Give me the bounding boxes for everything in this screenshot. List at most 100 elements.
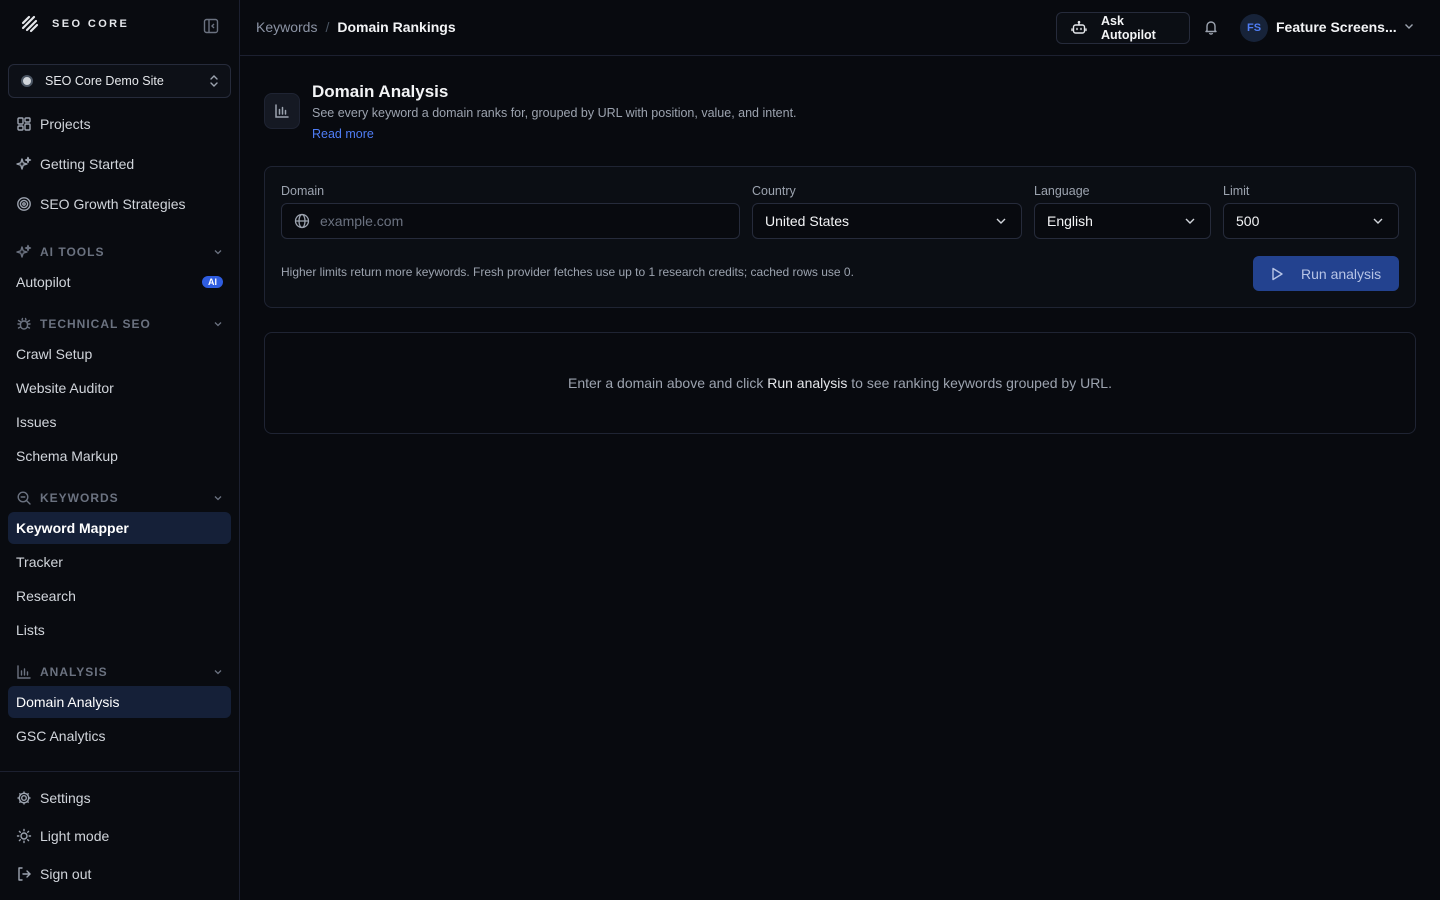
empty-state-suffix: to see ranking keywords grouped by URL. (847, 375, 1112, 391)
language-value: English (1047, 213, 1093, 229)
sidebar-item-projects[interactable]: Projects (8, 108, 231, 140)
sidebar-item-label: GSC Analytics (16, 728, 106, 744)
country-value: United States (765, 213, 850, 229)
sidebar-item-label: Issues (16, 414, 57, 430)
avatar[interactable]: FS (1240, 14, 1268, 42)
domain-field[interactable] (281, 203, 740, 239)
chevron-up-down-icon (208, 74, 220, 88)
site-name: SEO Core Demo Site (45, 74, 164, 88)
domain-label: Domain (281, 184, 325, 198)
ask-autopilot-label: Ask Autopilot (1101, 14, 1156, 42)
breadcrumb: Keywords / Domain Rankings (256, 19, 456, 35)
globe-icon (294, 213, 310, 229)
section-title: KEYWORDS (40, 491, 119, 505)
page-title: Domain Analysis (312, 82, 449, 101)
form-hint: Higher limits return more keywords. Fres… (281, 265, 854, 279)
sign-out-icon (16, 866, 32, 882)
sidebar-item-label: Schema Markup (16, 448, 118, 464)
sidebar-item-label: Lists (16, 622, 45, 638)
sidebar-item-gsc-analytics[interactable]: GSC Analytics (8, 720, 231, 752)
brand-name: SEO CORE (52, 18, 130, 30)
section-title: TECHNICAL SEO (40, 317, 151, 331)
sidebar-item-label: Settings (40, 790, 91, 806)
chevron-down-icon[interactable] (1403, 20, 1419, 36)
sidebar-item-keyword-mapper[interactable]: Keyword Mapper (8, 512, 231, 544)
empty-state-prefix: Enter a domain above and click (568, 375, 768, 391)
breadcrumb-separator: / (325, 19, 330, 35)
sidebar-item-light-mode[interactable]: Light mode (8, 820, 231, 852)
breadcrumb-parent[interactable]: Keywords (256, 19, 317, 35)
bar-chart-icon (16, 664, 32, 680)
sidebar-item-research[interactable]: Research (8, 580, 231, 612)
logo-icon (20, 14, 40, 34)
site-selector[interactable]: SEO Core Demo Site (8, 64, 231, 98)
country-select[interactable]: United States (752, 203, 1022, 239)
sidebar-item-label: Projects (40, 116, 91, 132)
read-more-link[interactable]: Read more (312, 127, 374, 141)
sidebar-item-getting-started[interactable]: Getting Started (8, 148, 231, 180)
sidebar-item-autopilot[interactable]: Autopilot AI (8, 266, 231, 298)
sidebar-item-label: Website Auditor (16, 380, 114, 396)
section-analysis[interactable]: ANALYSIS (8, 660, 231, 684)
site-icon (21, 75, 33, 87)
section-technical-seo[interactable]: TECHNICAL SEO (8, 312, 231, 336)
bug-icon (16, 316, 32, 332)
sun-icon (16, 828, 32, 844)
chevron-down-icon (213, 319, 223, 329)
sidebar-item-settings[interactable]: Settings (8, 782, 231, 814)
sidebar-item-label: Getting Started (40, 156, 135, 172)
chevron-down-icon (993, 213, 1009, 229)
run-analysis-button[interactable]: Run analysis (1253, 256, 1399, 291)
sidebar-divider (0, 771, 240, 772)
chevron-down-icon (213, 493, 223, 503)
grid-icon (16, 116, 32, 132)
bell-icon[interactable] (1203, 19, 1221, 37)
ai-sparkles-icon (16, 244, 32, 260)
chevron-down-icon (1182, 213, 1198, 229)
sidebar-collapse-icon[interactable] (203, 18, 223, 38)
brand[interactable]: SEO CORE (20, 14, 129, 34)
run-analysis-label: Run analysis (1301, 265, 1382, 282)
section-title: AI TOOLS (40, 245, 105, 259)
sidebar-item-lists[interactable]: Lists (8, 614, 231, 646)
chevron-down-icon (1370, 213, 1386, 229)
ask-autopilot-button[interactable]: Ask Autopilot (1056, 12, 1190, 44)
sidebar-item-schema-markup[interactable]: Schema Markup (8, 440, 231, 472)
sidebar-item-label: SEO Growth Strategies (40, 196, 186, 212)
robot-icon (1071, 20, 1087, 36)
sidebar-item-label: Tracker (16, 554, 63, 570)
country-label: Country (752, 184, 796, 198)
empty-state: Enter a domain above and click Run analy… (264, 332, 1416, 434)
user-name[interactable]: Feature Screens... (1276, 19, 1397, 35)
sidebar: SEO CORE SEO Core Demo Site Projects Get… (0, 0, 240, 900)
sidebar-item-issues[interactable]: Issues (8, 406, 231, 438)
sidebar-item-sign-out[interactable]: Sign out (8, 858, 231, 890)
sparkles-icon (16, 156, 32, 172)
section-title: ANALYSIS (40, 665, 108, 679)
target-icon (16, 196, 32, 212)
sidebar-item-tracker[interactable]: Tracker (8, 546, 231, 578)
search-icon (16, 490, 32, 506)
sidebar-item-label: Domain Analysis (16, 694, 120, 710)
sidebar-item-label: Crawl Setup (16, 346, 93, 362)
ai-badge: AI (202, 276, 223, 288)
language-select[interactable]: English (1034, 203, 1211, 239)
sidebar-item-website-auditor[interactable]: Website Auditor (8, 372, 231, 404)
bar-chart-icon (264, 93, 300, 129)
sidebar-item-label: Research (16, 588, 76, 604)
sidebar-item-seo-growth-strategies[interactable]: SEO Growth Strategies (8, 188, 231, 220)
sidebar-item-crawl-setup[interactable]: Crawl Setup (8, 338, 231, 370)
section-ai-tools[interactable]: AI TOOLS (8, 240, 231, 264)
play-icon (1269, 266, 1285, 282)
limit-value: 500 (1236, 213, 1260, 229)
language-label: Language (1034, 184, 1090, 198)
empty-state-text: Enter a domain above and click Run analy… (568, 375, 1112, 391)
sidebar-item-label: Light mode (40, 828, 110, 844)
limit-select[interactable]: 500 (1223, 203, 1399, 239)
sidebar-item-label: Keyword Mapper (16, 520, 129, 536)
domain-input[interactable] (320, 213, 727, 229)
chevron-down-icon (213, 667, 223, 677)
gear-icon (16, 790, 32, 806)
sidebar-item-domain-analysis[interactable]: Domain Analysis (8, 686, 231, 718)
section-keywords[interactable]: KEYWORDS (8, 486, 231, 510)
